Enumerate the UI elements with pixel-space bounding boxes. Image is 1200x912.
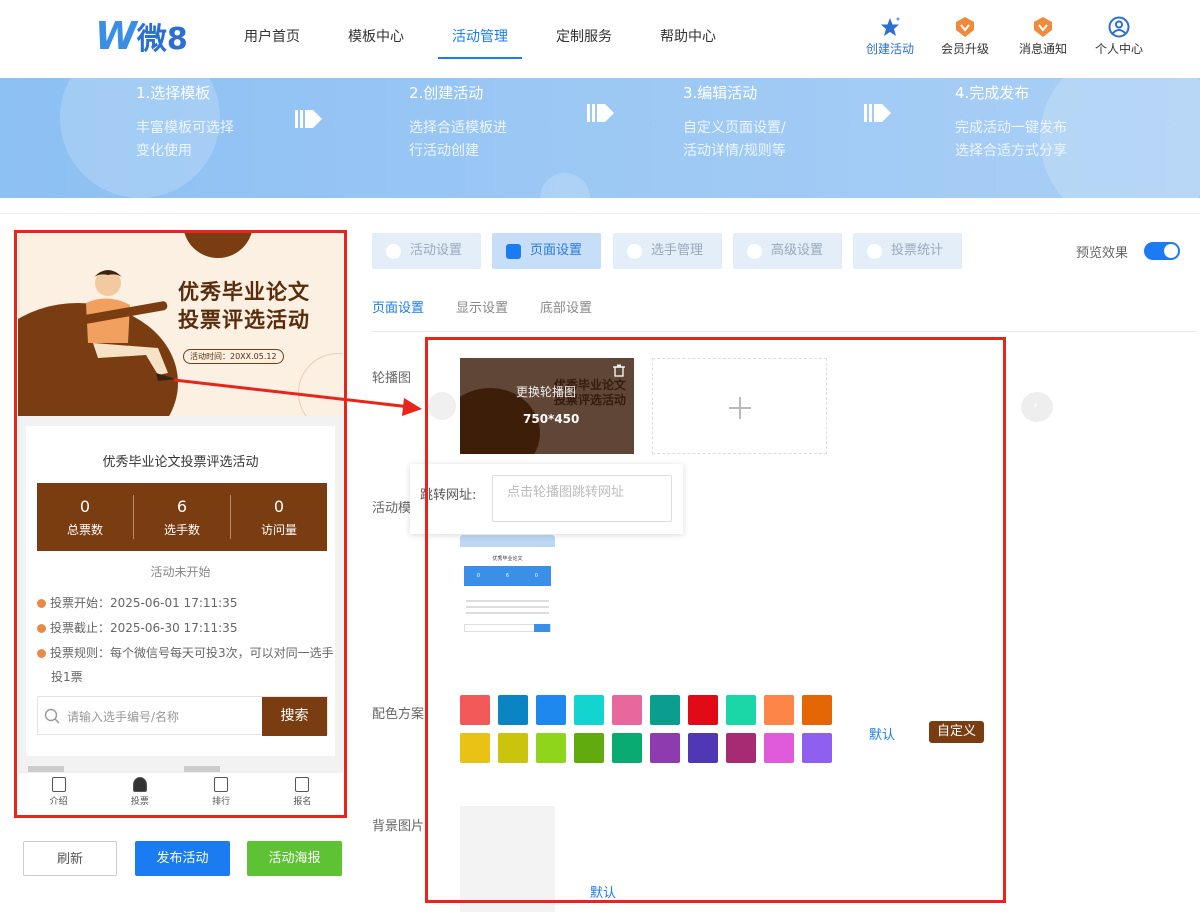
poster-button[interactable]: 活动海报: [247, 841, 342, 876]
chevron-right-icon: ›: [1033, 398, 1038, 412]
personal-center-button[interactable]: 个人中心: [1084, 16, 1154, 57]
user-icon: [1108, 16, 1130, 38]
nav-template-center[interactable]: 模板中心: [348, 26, 404, 46]
logo-w: W: [95, 14, 137, 58]
tab-page-settings[interactable]: 页面设置: [492, 233, 601, 269]
logo-text: 微8: [136, 22, 188, 57]
step-3-line2: 活动详情/规则等: [683, 143, 786, 159]
color-scheme-label: 配色方案: [372, 707, 425, 722]
step-4-line1: 完成活动一键发布: [955, 120, 1067, 136]
stats-icon: [867, 244, 882, 259]
step-3-line1: 自定义页面设置/: [683, 120, 786, 136]
page-icon: [506, 244, 521, 259]
personal-center-label: 个人中心: [1094, 42, 1143, 56]
vip-icon: [956, 17, 974, 37]
step-2-title: 2.创建活动: [409, 84, 484, 102]
annotation-arrow-icon: [173, 378, 422, 416]
nav-help-center[interactable]: 帮助中心: [660, 26, 716, 46]
step-3-title: 3.编辑活动: [683, 84, 758, 102]
top-header: W 微8 用户首页 模板中心 活动管理 定制服务 帮助中心 创建活动 会员升级 …: [0, 0, 1200, 78]
template-label: 活动模: [372, 501, 412, 516]
tab-advanced-settings[interactable]: 高级设置: [733, 233, 842, 269]
nav-user-home[interactable]: 用户首页: [244, 26, 300, 46]
vip-upgrade-label: 会员升级: [940, 42, 989, 56]
highlight-box-right: [425, 337, 1006, 903]
tab-vote-statistics[interactable]: 投票统计: [853, 233, 962, 269]
create-activity-label: 创建活动: [865, 42, 914, 56]
background-label: 背景图片: [372, 819, 425, 834]
vip-upgrade-button[interactable]: 会员升级: [930, 16, 1000, 57]
refresh-button[interactable]: 刷新: [23, 841, 117, 876]
message-notify-button[interactable]: 消息通知: [1008, 16, 1078, 57]
step-2: 2.创建活动 选择合适模板进 行活动创建: [409, 82, 507, 163]
step-1-line2: 变化使用: [136, 143, 192, 159]
bell-icon: [1034, 17, 1052, 37]
preview-label: 预览效果: [1076, 246, 1129, 261]
subtab-display-settings[interactable]: 显示设置: [456, 297, 508, 316]
step-1-line1: 丰富模板可选择: [136, 120, 234, 136]
nav-activity-management[interactable]: 活动管理: [438, 26, 522, 59]
message-notify-label: 消息通知: [1018, 42, 1067, 56]
step-4-line2: 选择合适方式分享: [955, 143, 1067, 159]
tab-activity-settings[interactable]: 活动设置: [372, 233, 481, 269]
preview-toggle[interactable]: [1144, 242, 1180, 260]
subtab-footer-settings[interactable]: 底部设置: [540, 297, 592, 316]
star-icon: [881, 17, 900, 36]
subtab-page-settings[interactable]: 页面设置: [372, 297, 424, 316]
step-arrow-icon: [864, 104, 891, 122]
publish-button[interactable]: 发布活动: [135, 841, 230, 876]
step-4: 4.完成发布 完成活动一键发布 选择合适方式分享: [955, 82, 1067, 163]
create-activity-button[interactable]: 创建活动: [855, 16, 925, 57]
logo[interactable]: W 微8: [95, 14, 188, 58]
advanced-icon: [747, 244, 762, 259]
step-2-line1: 选择合适模板进: [409, 120, 507, 136]
step-arrow-icon: [295, 110, 322, 128]
steps-banner: 1.选择模板 丰富模板可选择 变化使用 2.创建活动 选择合适模板进 行活动创建…: [0, 78, 1200, 198]
step-arrow-icon: [587, 104, 614, 122]
nav-custom-service[interactable]: 定制服务: [556, 26, 612, 46]
player-icon: [627, 244, 642, 259]
step-1-title: 1.选择模板: [136, 84, 211, 102]
step-4-title: 4.完成发布: [955, 84, 1030, 102]
step-2-line2: 行活动创建: [409, 143, 479, 159]
tab-player-management[interactable]: 选手管理: [613, 233, 722, 269]
step-3: 3.编辑活动 自定义页面设置/ 活动详情/规则等: [683, 82, 786, 163]
highlight-box-left: [14, 230, 347, 818]
step-1: 1.选择模板 丰富模板可选择 变化使用: [136, 82, 234, 163]
carousel-next-button[interactable]: ›: [1021, 392, 1053, 422]
heart-icon: [386, 244, 401, 259]
